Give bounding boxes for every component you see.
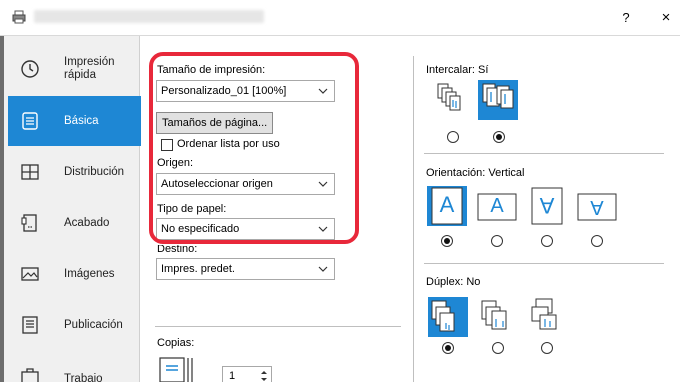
- vertical-divider: [413, 56, 414, 382]
- sidebar-item-basic[interactable]: Básica: [8, 96, 143, 146]
- orientation-landscape-rotated-radio[interactable]: [591, 235, 603, 247]
- image-icon: [21, 267, 39, 281]
- duplex-off-radio[interactable]: [442, 342, 454, 354]
- collate-on-radio[interactable]: [493, 131, 505, 143]
- sidebar: Impresión rápida Básica Distribución Aca…: [0, 36, 143, 382]
- destination-label: Destino:: [157, 245, 198, 253]
- sidebar-item-label: Imágenes: [64, 268, 115, 280]
- portrait-rotated-letter: A: [539, 193, 555, 218]
- duplex-short-edge-icon[interactable]: [526, 297, 566, 337]
- duplex-long-edge-icon[interactable]: [478, 297, 518, 337]
- stepper-arrows-icon[interactable]: [259, 368, 269, 382]
- destination-value: Impres. predet.: [161, 263, 235, 275]
- sidebar-item-label: Publicación: [64, 319, 123, 331]
- orientation-portrait-box[interactable]: A: [427, 186, 467, 226]
- chevron-down-icon: [318, 266, 328, 272]
- help-button[interactable]: ?: [614, 8, 638, 28]
- landscape-rotated-letter: A: [590, 196, 604, 218]
- landscape-letter: A: [490, 195, 504, 217]
- duplex-off-icon: [431, 300, 455, 332]
- duplex-short-edge-radio[interactable]: [541, 342, 553, 354]
- title-bar: ? ×: [0, 0, 680, 36]
- finishing-icon: [21, 214, 37, 232]
- copies-document-icon: [159, 357, 193, 382]
- sidebar-item-job[interactable]: Trabajo: [8, 351, 143, 382]
- sidebar-item-label: Distribución: [64, 166, 125, 178]
- close-button[interactable]: ×: [654, 8, 678, 28]
- orientation-portrait-radio[interactable]: [441, 235, 453, 247]
- printer-icon: [12, 10, 26, 24]
- sidebar-item-finishing[interactable]: Acabado: [8, 198, 143, 248]
- orientation-value: Vertical: [488, 167, 525, 179]
- collate-label: Intercalar: Sí: [426, 64, 489, 76]
- collate-off-icon[interactable]: [432, 80, 472, 120]
- sidebar-item-label: Trabajo: [64, 373, 103, 382]
- section-divider: [155, 326, 401, 327]
- orientation-portrait-rotated-radio[interactable]: [541, 235, 553, 247]
- highlight-annotation: [149, 52, 359, 244]
- sidebar-item-label: rápida: [64, 69, 96, 81]
- orientation-landscape-box[interactable]: A: [477, 191, 517, 223]
- sidebar-item-images[interactable]: Imágenes: [8, 249, 143, 299]
- destination-dropdown[interactable]: Impres. predet.: [156, 258, 335, 280]
- sidebar-item-layout[interactable]: Distribución: [8, 147, 143, 197]
- duplex-long-edge-radio[interactable]: [492, 342, 504, 354]
- clock-icon: [21, 60, 39, 78]
- duplex-value: No: [466, 276, 481, 288]
- sidebar-item-quick-print[interactable]: Impresión rápida: [8, 44, 143, 94]
- orientation-landscape-rotated-box[interactable]: A: [577, 191, 617, 223]
- sidebar-item-label: Impresión: [64, 56, 115, 68]
- collate-value: Sí: [477, 64, 489, 76]
- duplex-label: Dúplex: No: [426, 276, 481, 288]
- window-title-blurred: [34, 10, 264, 23]
- portrait-letter: A: [439, 192, 455, 217]
- document-icon: [22, 112, 38, 130]
- publication-icon: [22, 316, 38, 334]
- duplex-off-box[interactable]: [428, 297, 468, 337]
- copies-stepper[interactable]: 1: [222, 366, 272, 382]
- orientation-landscape-radio[interactable]: [491, 235, 503, 247]
- sidebar-item-label: Acabado: [64, 217, 110, 229]
- orientation-portrait-rotated-box[interactable]: A: [527, 186, 567, 226]
- sidebar-item-label: Básica: [64, 115, 99, 127]
- collate-on-box[interactable]: [478, 80, 518, 120]
- section-divider: [424, 153, 664, 154]
- section-divider: [424, 263, 664, 264]
- orientation-label: Orientación: Vertical: [426, 167, 525, 179]
- job-icon: [21, 368, 39, 382]
- layout-grid-icon: [21, 164, 39, 180]
- copies-label: Copias:: [157, 337, 195, 349]
- collate-on-icon: [482, 83, 514, 109]
- copies-value: 1: [229, 370, 236, 382]
- collate-off-radio[interactable]: [447, 131, 459, 143]
- sidebar-item-publication[interactable]: Publicación: [8, 300, 143, 350]
